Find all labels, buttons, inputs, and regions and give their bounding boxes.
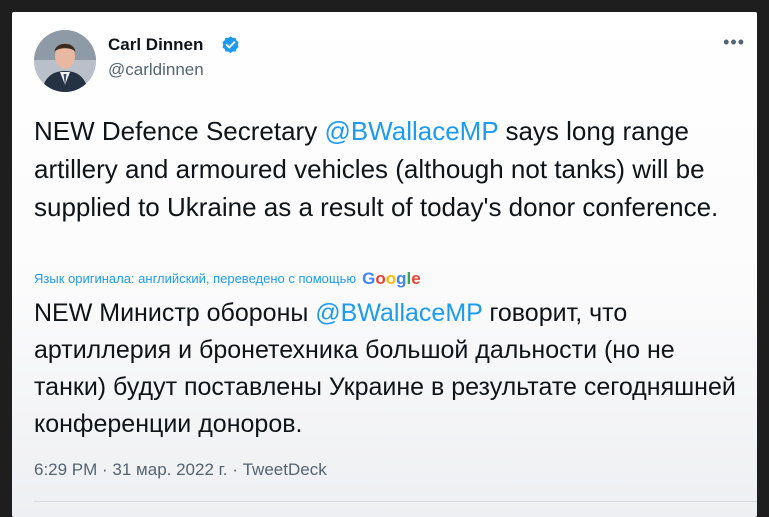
tweet-meta: 6:29 PM · 31 мар. 2022 г. · TweetDeck (34, 460, 327, 480)
verified-badge-icon (222, 36, 239, 54)
tweet-text: NEW Defence Secretary @BWallaceMP says l… (34, 112, 749, 226)
author-name[interactable]: Carl Dinnen (108, 35, 203, 55)
tweet-date[interactable]: 31 мар. 2022 г. (112, 460, 227, 479)
avatar-image (34, 30, 96, 92)
divider (34, 501, 757, 502)
translated-mention-link[interactable]: @BWallaceMP (315, 299, 482, 327)
translation-note-text: Язык оригинала: английский, переведено с… (34, 271, 357, 286)
google-logo: Google (362, 269, 421, 288)
mention-link[interactable]: @BWallaceMP (324, 116, 498, 146)
translation-note[interactable]: Язык оригинала: английский, переведено с… (34, 269, 421, 289)
tweet-time[interactable]: 6:29 PM (34, 460, 97, 479)
tweet-source[interactable]: TweetDeck (243, 460, 327, 479)
translated-text-part: NEW Министр обороны (34, 299, 316, 327)
google-logo-letter: o (375, 269, 386, 288)
google-logo-letter: o (385, 269, 397, 288)
meta-separator: · (227, 460, 243, 479)
google-logo-letter: g (396, 269, 407, 288)
author-handle[interactable]: @carldinnen (108, 60, 204, 80)
translated-text: NEW Министр обороны @BWallaceMP говорит,… (34, 295, 749, 443)
tweet-card: Carl Dinnen @carldinnen ••• NEW Defence … (12, 12, 757, 517)
google-logo-letter: e (411, 269, 421, 288)
tweet-text-part: NEW Defence Secretary (34, 116, 325, 146)
google-logo-letter: G (362, 269, 376, 288)
meta-separator: · (97, 460, 113, 479)
more-options-icon[interactable]: ••• (723, 32, 745, 53)
avatar[interactable] (34, 30, 96, 92)
